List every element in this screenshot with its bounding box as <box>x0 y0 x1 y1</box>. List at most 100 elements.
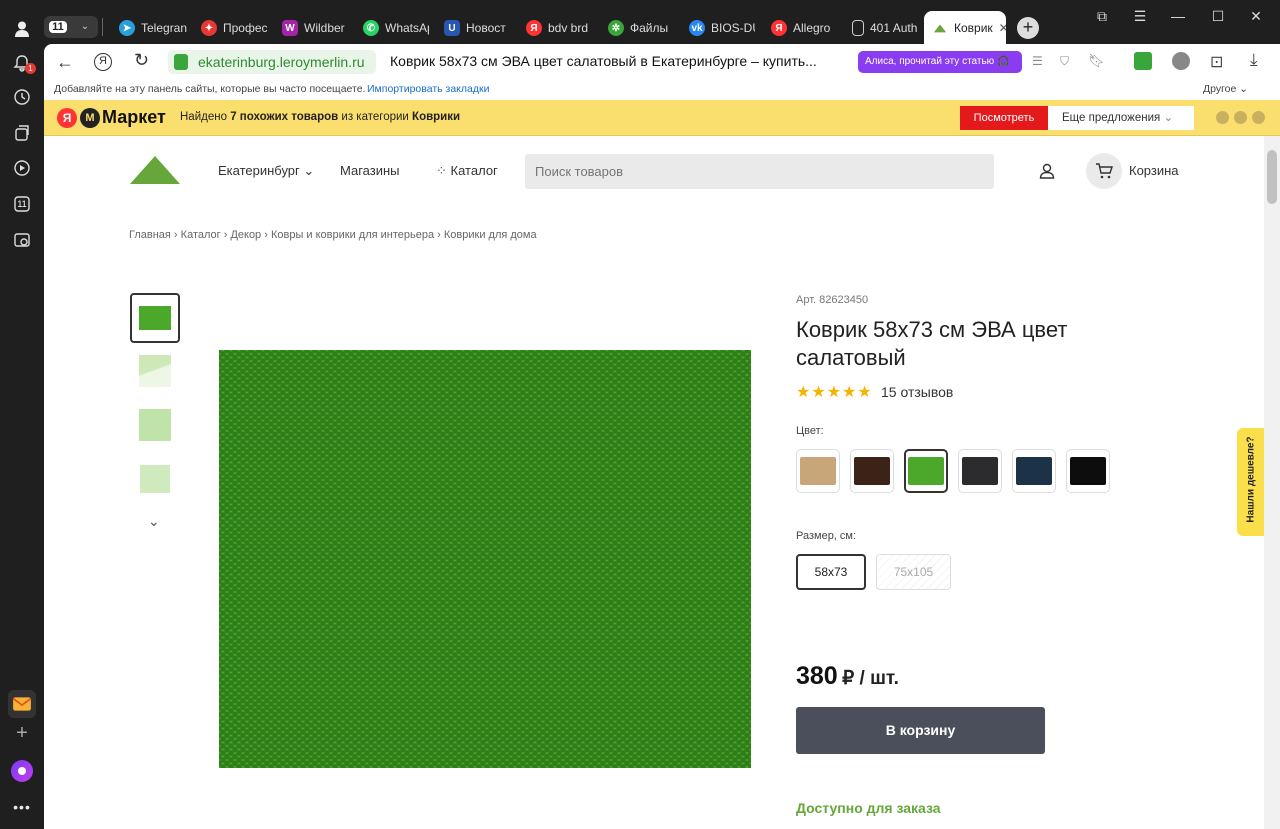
tab-group-counter[interactable]: 11 <box>44 16 72 38</box>
screenshot-icon[interactable] <box>11 229 33 251</box>
market-settings-icon[interactable] <box>1234 111 1247 124</box>
new-tab-button[interactable]: + <box>1017 17 1039 39</box>
cart-link[interactable]: Корзина <box>1129 163 1179 178</box>
breadcrumb-home[interactable]: Главная <box>129 229 171 241</box>
address-toolbar: ← Я ↻ ekaterinburg.leroymerlin.ru Коврик… <box>44 44 1280 80</box>
more-icon[interactable]: ••• <box>11 796 33 818</box>
catalog-button[interactable]: ⁘ Каталог <box>436 163 498 179</box>
menu-icon[interactable]: ☰ <box>1128 8 1152 25</box>
domain-chip[interactable]: ekaterinburg.leroymerlin.ru <box>168 50 376 74</box>
notifications-icon[interactable]: 1 <box>11 52 36 74</box>
rating-stars: ★★★★★ <box>796 384 873 401</box>
reload-icon[interactable]: ↻ <box>134 50 149 71</box>
adblock-icon[interactable]: ⛉ <box>1060 54 1069 69</box>
yandex-icon: Я <box>771 20 787 36</box>
mail-icon[interactable] <box>8 690 36 718</box>
tab-profes[interactable]: ✦ Профес <box>201 12 269 44</box>
market-help-icon[interactable] <box>1216 111 1229 124</box>
page-scrollbar[interactable] <box>1264 136 1280 829</box>
tab-telegram[interactable]: ➤ Telegran <box>119 12 187 44</box>
swatch-fill <box>854 457 890 485</box>
tab-files[interactable]: ✲ Файлы <box>608 12 674 44</box>
alisa-read-button[interactable]: Алиса, прочитай эту статью 🎧 <box>858 51 1022 73</box>
color-swatch-beige[interactable] <box>796 449 840 493</box>
thumbnail-4[interactable] <box>130 454 180 504</box>
tabs-counter-label: 11 <box>17 199 27 209</box>
video-play-icon[interactable] <box>11 157 33 179</box>
history-icon[interactable] <box>11 86 33 108</box>
yandex-home-icon[interactable]: Я <box>94 53 112 71</box>
maximize-icon[interactable]: ☐ <box>1206 8 1230 25</box>
swatch-fill <box>1070 457 1106 485</box>
thumbnails-down-icon[interactable]: ⌄ <box>148 513 160 530</box>
reviews-link[interactable]: 15 отзывов <box>881 384 953 400</box>
city-selector[interactable]: Екатеринбург ⌄ <box>218 163 314 179</box>
extension-icon[interactable] <box>1134 52 1152 70</box>
color-swatch-graphite[interactable] <box>958 449 1002 493</box>
tab-whatsapp[interactable]: ✆ WhatsAp <box>363 12 429 44</box>
swatch-fill <box>1016 457 1052 485</box>
thumbnail-1[interactable] <box>130 293 180 343</box>
thumbnail-2[interactable] <box>130 346 180 396</box>
wallet-icon[interactable]: ⊡ <box>1210 52 1223 72</box>
chevron-down-icon[interactable]: ⌄ <box>72 16 98 38</box>
product-main-image[interactable] <box>219 350 751 768</box>
alisa-label: Алиса, прочитай эту статью <box>865 56 995 67</box>
stores-link[interactable]: Магазины <box>340 163 400 178</box>
leroy-icon <box>932 19 948 36</box>
market-view-button[interactable]: Посмотреть <box>960 106 1048 130</box>
bookmarks-window-icon[interactable]: ⧉ <box>1090 8 1114 25</box>
minimize-icon[interactable]: — <box>1166 8 1190 24</box>
found-cheaper-tab[interactable]: Нашли дешевле? <box>1237 428 1264 536</box>
close-tab-icon[interactable]: ✕ <box>999 21 1006 35</box>
tab-label: Новост <box>466 21 506 35</box>
add-to-cart-button[interactable]: В корзину <box>796 707 1045 754</box>
tab-group-count: 11 <box>49 21 67 33</box>
size-option-58x73[interactable]: 58x73 <box>796 554 866 590</box>
market-more-button[interactable]: Еще предложения ⌄ <box>1048 106 1194 130</box>
color-swatch-brown[interactable] <box>850 449 894 493</box>
thumbnail-3[interactable] <box>130 400 180 450</box>
add-panel-icon[interactable]: + <box>11 722 33 744</box>
collections-icon[interactable] <box>11 122 33 144</box>
user-icon[interactable] <box>1038 162 1056 180</box>
tab-bios[interactable]: vk BIOS-DU <box>689 12 755 44</box>
page-icon <box>852 20 864 36</box>
tab-allegro[interactable]: Я Allegro <box>771 12 837 44</box>
download-icon[interactable]: ⤓ <box>1250 50 1258 70</box>
yandex-market-bar: Я M Маркет Найдено 7 похожих товаров из … <box>44 100 1280 136</box>
tab-label: bdv brd <box>548 21 589 35</box>
vpn-extension-icon[interactable] <box>1172 52 1190 70</box>
breadcrumb-catalog[interactable]: Каталог <box>181 229 221 241</box>
tab-active-kovrik[interactable]: Коврик ✕ <box>924 11 1006 44</box>
found-prefix: Найдено <box>180 111 227 123</box>
tab-401[interactable]: 401 Auth <box>852 12 918 44</box>
leroy-merlin-logo[interactable] <box>126 150 184 190</box>
reader-icon[interactable]: ☰ <box>1032 54 1043 68</box>
cart-icon[interactable] <box>1086 153 1122 189</box>
tab-label: Файлы <box>630 21 669 35</box>
profile-icon[interactable] <box>11 18 33 40</box>
import-bookmarks-link[interactable]: Импортировать закладки <box>367 83 489 95</box>
breadcrumb-carpets[interactable]: Ковры и коврики для интерьера <box>271 229 434 241</box>
tab-news[interactable]: U Новост <box>444 12 510 44</box>
tabs-counter-icon[interactable]: 11 <box>11 193 33 215</box>
alice-icon[interactable] <box>11 760 33 782</box>
market-close-icon[interactable] <box>1252 111 1265 124</box>
color-swatch-black[interactable] <box>1066 449 1110 493</box>
tab-bdv[interactable]: Яbdv brd <box>526 12 592 44</box>
size-option-75x105[interactable]: 75x105 <box>876 554 951 590</box>
close-window-icon[interactable]: ✕ <box>1244 8 1268 25</box>
tab-wildberries[interactable]: W Wildber <box>282 12 346 44</box>
tab-label: Профес <box>223 21 268 35</box>
scrollbar-thumb[interactable] <box>1267 150 1277 204</box>
bookmark-icon[interactable]: 🔖︎ <box>1088 53 1105 69</box>
breadcrumb-decor[interactable]: Декор <box>230 229 261 241</box>
search-input[interactable] <box>525 154 994 189</box>
color-swatch-green[interactable] <box>904 449 948 493</box>
color-swatch-navy[interactable] <box>1012 449 1056 493</box>
other-bookmarks[interactable]: Другое ⌄ <box>1203 83 1248 95</box>
back-icon[interactable]: ← <box>56 52 74 73</box>
catalog-icon: ⁘ <box>436 163 447 178</box>
breadcrumb-home-mats[interactable]: Коврики для дома <box>444 229 537 241</box>
